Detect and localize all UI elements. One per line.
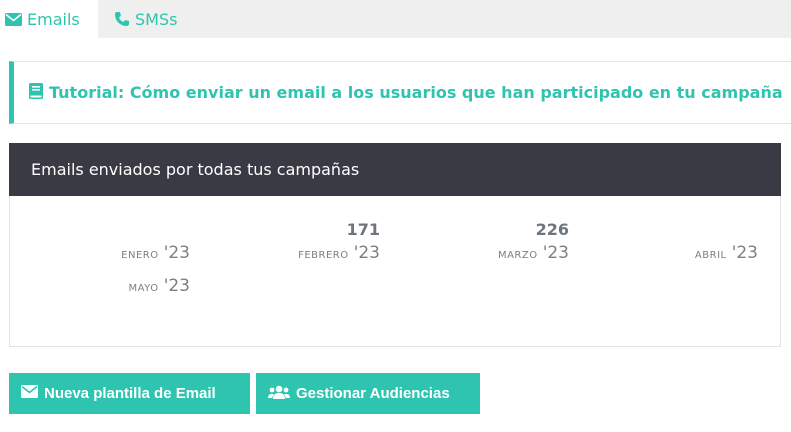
month-stat-marzo: 226 Marzo '23 [389,219,569,265]
month-name: Marzo [497,250,538,261]
month-year: '23 [731,243,758,263]
users-icon [268,385,290,403]
month-value [10,219,190,241]
emails-sent-panel: Emails enviados por todas tus campañas E… [9,143,781,347]
month-name: Febrero [298,250,349,261]
month-year: '23 [163,276,190,296]
month-name: Enero [121,250,159,261]
book-icon [29,82,43,103]
month-year: '23 [353,243,380,263]
envelope-icon [5,12,22,26]
envelope-icon [21,385,38,402]
month-stat-febrero: 171 Febrero '23 [200,219,380,265]
new-email-template-button[interactable]: Nueva plantilla de Email [9,373,250,414]
tab-bar: Emails SMSs [0,0,791,38]
month-name: Mayo [128,283,159,294]
tab-smss[interactable]: SMSs [114,0,177,38]
month-year: '23 [542,243,569,263]
month-label: Febrero '23 [200,241,380,265]
phone-icon [114,11,130,27]
month-year: '23 [163,243,190,263]
month-value: 171 [346,220,380,239]
month-stat-abril: Abril '23 [578,219,758,265]
month-value: 226 [535,220,569,239]
month-stat-enero: Enero '23 [10,219,190,265]
month-label: Mayo '23 [10,274,190,298]
tab-label: SMSs [135,9,178,29]
button-label: Nueva plantilla de Email [44,385,216,402]
month-stat-mayo: Mayo '23 [10,274,190,298]
tutorial-callout[interactable]: Tutorial: Cómo enviar un email a los usu… [9,61,791,124]
tab-emails[interactable]: Emails [0,0,98,38]
manage-audiences-button[interactable]: Gestionar Audiencias [256,373,480,414]
month-name: Abril [694,250,727,261]
month-value [578,219,758,241]
tutorial-link[interactable]: Tutorial: Cómo enviar un email a los usu… [49,83,783,102]
month-label: Enero '23 [10,241,190,265]
panel-title: Emails enviados por todas tus campañas [9,143,781,196]
button-label: Gestionar Audiencias [296,385,450,402]
month-label: Marzo '23 [389,241,569,265]
month-label: Abril '23 [578,241,758,265]
tab-label: Emails [27,9,80,29]
